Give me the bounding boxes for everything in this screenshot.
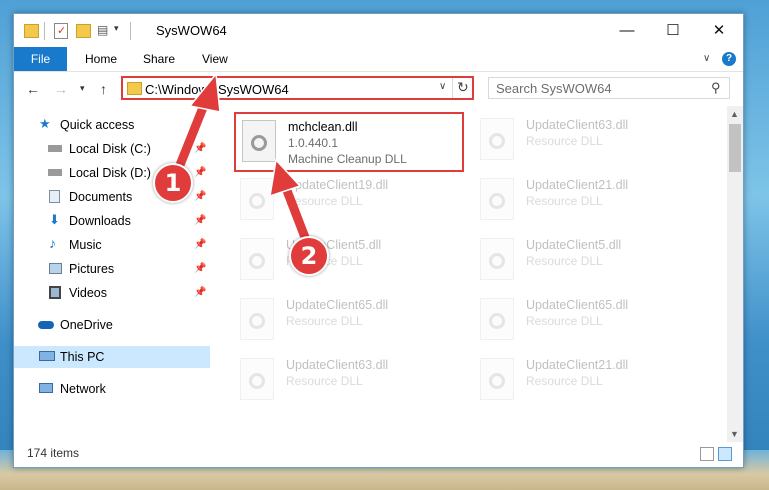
step1-arrow-shaft bbox=[173, 95, 211, 175]
step2-arrow-head bbox=[269, 158, 302, 198]
step-1-callout: 1 bbox=[153, 163, 193, 203]
step1-arrow-head bbox=[188, 72, 221, 113]
annotation-arrows bbox=[173, 72, 311, 245]
step2-arrow-shaft bbox=[281, 183, 311, 245]
step-2-callout: 2 bbox=[289, 236, 329, 276]
